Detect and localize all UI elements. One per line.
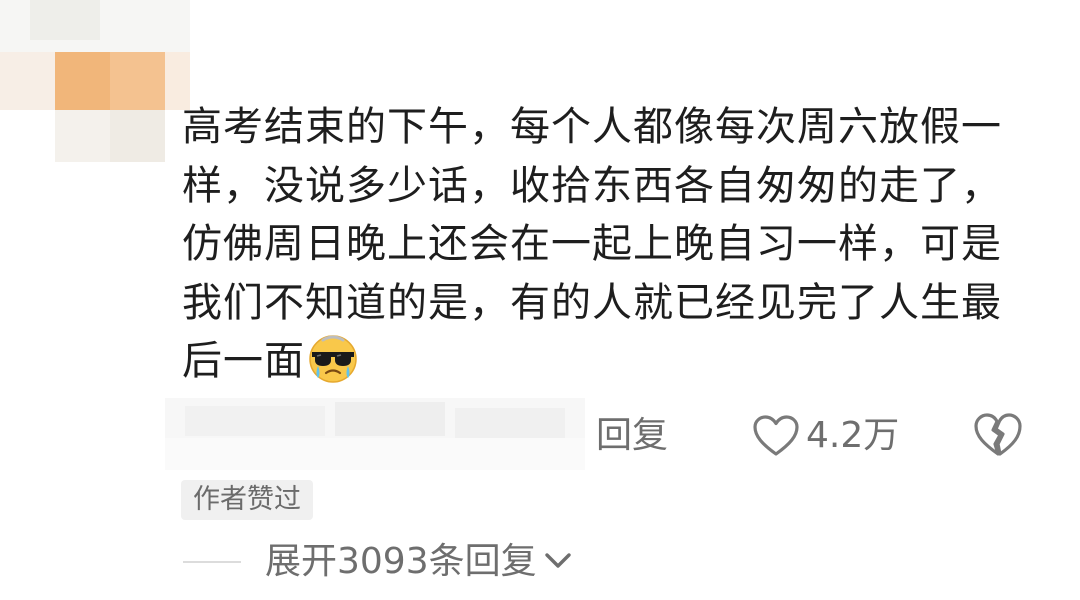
like-count: 4.2万 — [806, 415, 900, 456]
broken-heart-icon — [972, 413, 1024, 463]
reply-button[interactable]: 回复 — [596, 413, 668, 459]
crying-cool-sunglasses-emoji-icon — [307, 332, 359, 384]
comment-body: 高考结束的下午，每个人都像每次周六放假一样，没说多少话，收拾东西各自匆匆的走了，… — [182, 98, 1012, 391]
divider-line — [183, 561, 241, 563]
comment-card: 高考结束的下午，每个人都像每次周六放假一样，没说多少话，收拾东西各自匆匆的走了，… — [0, 0, 1080, 600]
author-liked-badge: 作者赞过 — [181, 480, 313, 520]
chevron-down-icon — [537, 548, 573, 576]
avatar[interactable] — [0, 0, 190, 170]
expand-replies-label: 展开3093条回复 — [265, 541, 537, 582]
heart-outline-icon — [752, 414, 800, 458]
comment-text: 高考结束的下午，每个人都像每次周六放假一样，没说多少话，收拾东西各自匆匆的走了，… — [182, 104, 1002, 384]
comment-meta-blurred — [165, 398, 585, 470]
like-button[interactable]: 4.2万 — [752, 410, 899, 462]
expand-replies-button[interactable]: 展开3093条回复 — [183, 536, 573, 588]
dislike-button[interactable] — [972, 411, 1024, 461]
